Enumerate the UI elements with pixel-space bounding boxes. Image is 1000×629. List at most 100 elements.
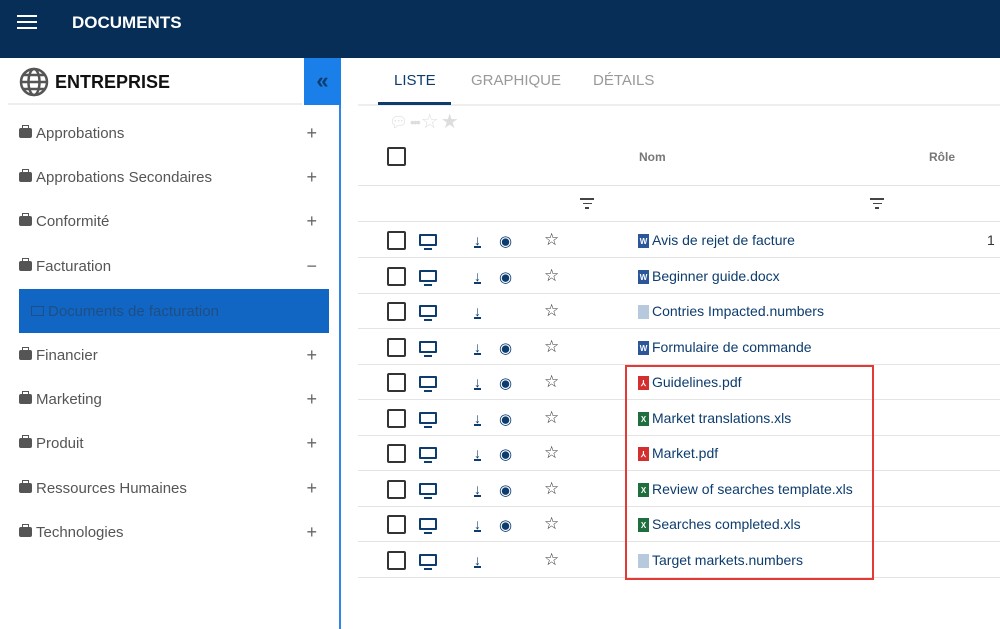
expand-icon[interactable]: + [306, 433, 317, 454]
favorite-star-icon[interactable]: ☆ [544, 301, 559, 321]
eye-icon[interactable]: ◉ [499, 445, 512, 463]
table-row: ↓ ◉ ☆ W Beginner guide.docx [358, 259, 1000, 294]
eye-icon[interactable]: ◉ [499, 481, 512, 499]
favorite-star-icon[interactable]: ☆ [544, 337, 559, 357]
briefcase-icon [19, 125, 32, 138]
favorite-star-icon[interactable]: ☆ [544, 230, 559, 250]
row-checkbox[interactable] [387, 479, 406, 499]
tab-détails[interactable]: DÉTAILS [593, 72, 654, 89]
download-icon[interactable]: ↓ [474, 269, 481, 284]
sidebar-item-approbations[interactable]: Approbations + [19, 118, 321, 148]
favorite-star-icon[interactable]: ☆ [544, 514, 559, 534]
sidebar-item-technologies[interactable]: Technologies + [19, 517, 321, 547]
star-filled-icon[interactable]: ★ [441, 109, 459, 134]
sidebar-item-documents-de-facturation[interactable]: Documents de facturation [19, 289, 329, 333]
row-checkbox[interactable] [387, 373, 406, 392]
sidebar-item-label: Marketing [36, 390, 102, 408]
briefcase-icon [19, 213, 32, 226]
collapse-icon[interactable]: − [306, 256, 317, 277]
expand-icon[interactable]: + [306, 211, 317, 232]
comment-icon[interactable]: 💬︎ [389, 113, 408, 131]
page-title: DOCUMENTS [72, 13, 182, 32]
favorite-star-icon[interactable]: ☆ [544, 408, 559, 428]
eye-icon[interactable]: ◉ [499, 410, 512, 428]
row-checkbox[interactable] [387, 408, 406, 428]
monitor-icon[interactable] [419, 234, 437, 250]
tab-graphique[interactable]: GRAPHIQUE [471, 72, 561, 89]
sidebar-item-label: Approbations Secondaires [36, 168, 212, 186]
favorite-star-icon[interactable]: ☆ [544, 479, 559, 499]
expand-icon[interactable]: + [306, 389, 317, 410]
file-name-link[interactable]: Formulaire de commande [652, 339, 812, 355]
sidebar-item-produit[interactable]: Produit + [19, 428, 321, 458]
sidebar-item-marketing[interactable]: Marketing + [19, 384, 321, 414]
select-all-checkbox[interactable] [387, 147, 406, 166]
collapse-sidebar-button[interactable]: « [304, 58, 341, 105]
download-icon[interactable]: ↓ [474, 233, 481, 248]
eye-icon[interactable]: ◉ [499, 374, 512, 392]
favorite-star-icon[interactable]: ☆ [544, 550, 559, 570]
monitor-icon[interactable] [419, 447, 437, 463]
sidebar: ENTREPRISE « Approbations + Approbations S… [0, 58, 341, 629]
download-icon[interactable]: ↓ [474, 517, 481, 532]
filter-icon[interactable] [580, 198, 594, 212]
sidebar-item-approbations-secondaires[interactable]: Approbations Secondaires + [19, 162, 321, 192]
globe-icon [19, 67, 49, 97]
download-icon[interactable]: ↓ [474, 553, 481, 568]
monitor-icon[interactable] [419, 411, 437, 428]
eye-icon[interactable]: ◉ [499, 268, 512, 286]
column-header-nom[interactable]: Nom [639, 150, 666, 164]
favorite-star-icon[interactable]: ☆ [544, 266, 559, 286]
row-checkbox[interactable] [387, 302, 406, 321]
file-name-link[interactable]: Avis de rejet de facture [652, 232, 795, 248]
sidebar-item-financier[interactable]: Financier + [19, 340, 321, 370]
monitor-icon[interactable] [419, 518, 437, 534]
row-checkbox[interactable] [387, 231, 406, 250]
sidebar-item-label: Financier [36, 346, 98, 364]
monitor-icon[interactable] [419, 340, 437, 357]
file-name-link[interactable]: Beginner guide.docx [652, 268, 780, 284]
expand-icon[interactable]: + [306, 167, 317, 188]
row-checkbox[interactable] [387, 550, 406, 570]
briefcase-icon [19, 258, 32, 271]
table-row: ↓ ◉ ☆ W Avis de rejet de facture 1 [358, 223, 1000, 258]
monitor-icon[interactable] [419, 269, 437, 286]
download-icon[interactable]: ↓ [474, 411, 481, 426]
monitor-icon[interactable] [419, 482, 437, 499]
sidebar-title-text: ENTREPRISE [55, 71, 171, 92]
download-icon[interactable]: ↓ [474, 340, 481, 355]
generic-file-icon [638, 305, 649, 319]
monitor-icon[interactable] [419, 305, 437, 321]
download-icon[interactable]: ↓ [474, 482, 481, 497]
sidebar-item-facturation[interactable]: Facturation − [19, 251, 321, 281]
favorite-star-icon[interactable]: ☆ [544, 443, 559, 463]
sidebar-item-ressources-humaines[interactable]: Ressources Humaines + [19, 473, 321, 503]
download-icon[interactable]: ↓ [474, 446, 481, 461]
row-checkbox[interactable] [387, 444, 406, 463]
expand-icon[interactable]: + [306, 345, 317, 366]
expand-icon[interactable]: + [306, 478, 317, 499]
menu-icon[interactable] [17, 15, 37, 29]
eye-icon[interactable]: ◉ [499, 339, 512, 357]
file-name-link[interactable]: Contries Impacted.numbers [652, 303, 824, 319]
monitor-icon[interactable] [419, 376, 437, 392]
star-outline-icon[interactable]: ☆ [421, 109, 439, 134]
row-checkbox[interactable] [387, 515, 406, 534]
active-tab-indicator [378, 102, 451, 105]
tab-liste[interactable]: LISTE [394, 72, 436, 89]
monitor-icon[interactable] [419, 553, 437, 570]
eye-icon[interactable]: ◉ [499, 516, 512, 534]
eye-icon[interactable]: ◉ [499, 232, 512, 250]
expand-icon[interactable]: + [306, 123, 317, 144]
filter-icon[interactable] [870, 198, 884, 212]
download-icon[interactable]: ↓ [474, 304, 481, 319]
download-icon[interactable]: ↓ [474, 375, 481, 390]
column-header-role[interactable]: Rôle [929, 150, 955, 164]
row-checkbox[interactable] [387, 337, 406, 357]
sidebar-item-conformite[interactable]: Conformité + [19, 206, 321, 236]
expand-icon[interactable]: + [306, 522, 317, 543]
row-checkbox[interactable] [387, 266, 406, 286]
more-icon[interactable]: ••• [410, 114, 421, 130]
briefcase-icon [19, 347, 32, 360]
favorite-star-icon[interactable]: ☆ [544, 372, 559, 392]
